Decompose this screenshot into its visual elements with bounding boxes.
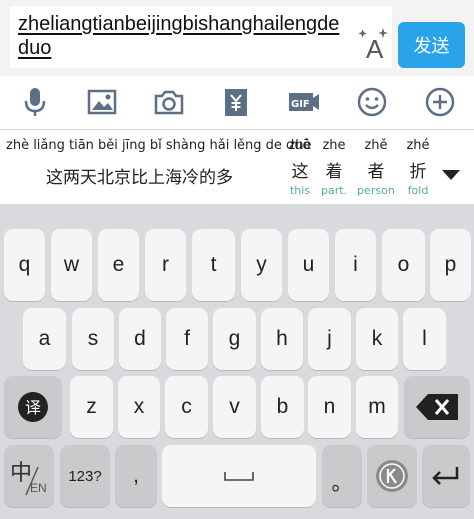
key-a[interactable]: a	[23, 308, 66, 370]
key-n[interactable]: n	[308, 376, 351, 438]
pinyin-line: zhè liǎng tiān běi jīng bǐ shàng hǎi lěn…	[6, 138, 311, 153]
key-t[interactable]: t	[192, 229, 235, 301]
key-m[interactable]: m	[356, 376, 398, 438]
key-j[interactable]: j	[308, 308, 351, 370]
gif-icon[interactable]: GIF	[286, 84, 322, 120]
numbers-button[interactable]: 123?	[60, 445, 110, 507]
key-q[interactable]: q	[4, 229, 45, 301]
currency-icon[interactable]	[218, 84, 254, 120]
svg-text:GIF: GIF	[291, 99, 310, 110]
enter-button[interactable]	[422, 445, 470, 507]
svg-text:译: 译	[25, 398, 41, 417]
expand-candidates-icon[interactable]	[436, 162, 466, 188]
k-logo-icon	[376, 460, 408, 492]
key-b[interactable]: b	[261, 376, 304, 438]
backspace-button[interactable]	[404, 376, 470, 438]
key-o[interactable]: o	[382, 229, 425, 301]
key-h[interactable]: h	[261, 308, 303, 370]
key-z[interactable]: z	[70, 376, 113, 438]
main-candidate[interactable]: 这两天北京比上海冷的多	[46, 163, 233, 188]
input-bar: zheliangtianbeijingbishanghailengdeduo A…	[0, 0, 474, 76]
key-r[interactable]: r	[145, 229, 186, 301]
key-x[interactable]: x	[118, 376, 160, 438]
candidate-pinyin: zhé	[406, 138, 430, 153]
key-c[interactable]: c	[165, 376, 208, 438]
message-input[interactable]: zheliangtianbeijingbishanghailengdeduo A	[10, 6, 392, 68]
key-k[interactable]: k	[356, 308, 398, 370]
translate-icon: 译	[18, 392, 48, 422]
key-f[interactable]: f	[166, 308, 208, 370]
typed-text: zheliangtianbeijingbishanghailengdeduo	[18, 13, 340, 59]
key-w[interactable]: w	[51, 229, 92, 301]
key-g[interactable]: g	[213, 308, 256, 370]
ai-sparkle-icon[interactable]: A	[356, 26, 392, 66]
key-u[interactable]: u	[288, 229, 329, 301]
k-keyboard-button[interactable]	[367, 445, 417, 507]
key-i[interactable]: i	[335, 229, 376, 301]
key-l[interactable]: l	[403, 308, 446, 370]
language-switch-button[interactable]: 中 EN	[4, 445, 54, 507]
key-s[interactable]: s	[72, 308, 114, 370]
send-button[interactable]: 发送	[398, 22, 465, 68]
svg-text:A: A	[366, 34, 384, 64]
backspace-icon	[416, 394, 458, 420]
key-p[interactable]: p	[430, 229, 471, 301]
space-icon	[224, 472, 254, 481]
keyboard: q w e r t y u i o p a s d f g h j k l 译 …	[0, 204, 474, 519]
key-e[interactable]: e	[98, 229, 139, 301]
toolbar: GIF	[0, 76, 474, 128]
enter-icon	[432, 467, 459, 485]
space-bar[interactable]	[162, 445, 316, 507]
key-y[interactable]: y	[241, 229, 282, 301]
plus-icon[interactable]	[422, 84, 458, 120]
divider	[0, 129, 474, 130]
image-icon[interactable]	[84, 84, 120, 120]
translate-button[interactable]: 译	[4, 376, 62, 438]
period-key[interactable]: 。	[322, 445, 362, 507]
camera-icon[interactable]	[151, 84, 187, 120]
key-d[interactable]: d	[119, 308, 161, 370]
comma-key[interactable]: ,	[115, 445, 157, 507]
microphone-icon[interactable]	[17, 84, 53, 120]
slash-divider	[25, 466, 39, 496]
key-v[interactable]: v	[213, 376, 256, 438]
emoji-icon[interactable]	[354, 84, 390, 120]
